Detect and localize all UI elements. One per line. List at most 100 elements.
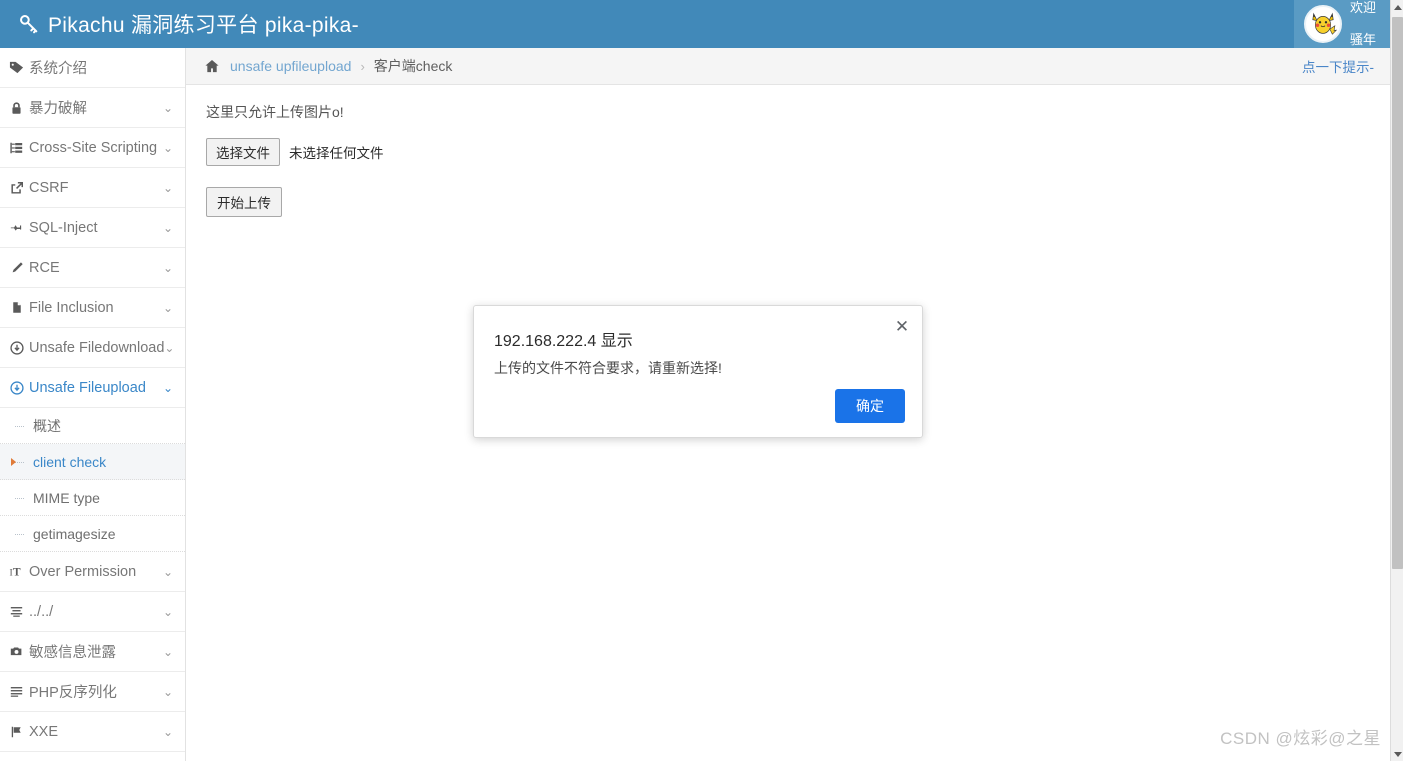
chevron-up-icon bbox=[1393, 4, 1402, 10]
sidebar-item-xss[interactable]: Cross-Site Scripting ⌄ bbox=[0, 128, 185, 168]
browser-page: Pikachu 漏洞练习平台 pika-pika- 欢迎 骚年 系统介绍 暴力破… bbox=[0, 0, 1403, 761]
app-title: Pikachu 漏洞练习平台 pika-pika- bbox=[48, 14, 359, 37]
text-height-icon: IT bbox=[8, 564, 25, 580]
sidebar-item-label: ../../ bbox=[29, 603, 54, 620]
brand: Pikachu 漏洞练习平台 pika-pika- bbox=[0, 9, 359, 39]
sidebar-item-brute-force[interactable]: 暴力破解 ⌄ bbox=[0, 88, 185, 128]
file-input-row: 选择文件 未选择任何文件 bbox=[206, 138, 1370, 166]
dialog-ok-button[interactable]: 确定 bbox=[835, 389, 905, 423]
sidebar-item-xxe[interactable]: XXE ⌄ bbox=[0, 712, 185, 752]
sidebar-item-over-permission[interactable]: IT Over Permission ⌄ bbox=[0, 552, 185, 592]
sidebar-subitem-getimagesize[interactable]: getimagesize bbox=[0, 516, 185, 552]
sidebar-item-label: SQL-Inject bbox=[29, 219, 98, 236]
chevron-down-icon: ⌄ bbox=[162, 380, 173, 395]
list-icon bbox=[8, 604, 25, 620]
sidebar-submenu-unsafe-fileupload: 概述 client check MIME type getimagesize bbox=[0, 408, 185, 552]
align-icon bbox=[8, 684, 25, 700]
sidebar-item-label: Cross-Site Scripting bbox=[29, 139, 158, 156]
sidebar-item-label: RCE bbox=[29, 259, 60, 276]
pikachu-avatar-icon bbox=[1306, 7, 1340, 41]
start-upload-button[interactable]: 开始上传 bbox=[206, 187, 282, 217]
chevron-down-icon: ⌄ bbox=[162, 684, 173, 699]
avatar bbox=[1303, 5, 1342, 43]
chevron-down-icon: ⌄ bbox=[162, 220, 173, 235]
sidebar-item-label: Over Permission bbox=[29, 563, 137, 580]
sidebar-item-label: CSRF bbox=[29, 179, 69, 196]
scroll-up-button[interactable] bbox=[1391, 0, 1403, 14]
breadcrumb: unsafe upfileupload › 客户端check 点一下提示- bbox=[186, 48, 1390, 85]
app-header: Pikachu 漏洞练习平台 pika-pika- 欢迎 骚年 bbox=[0, 0, 1390, 48]
sidebar-item-file-inclusion[interactable]: File Inclusion ⌄ bbox=[0, 288, 185, 328]
close-icon[interactable]: ✕ bbox=[891, 315, 913, 337]
plane-icon bbox=[8, 220, 25, 236]
scroll-down-button[interactable] bbox=[1391, 747, 1403, 761]
dialog-title: 192.168.222.4 显示 bbox=[494, 333, 633, 350]
upload-notice: 这里只允许上传图片o! bbox=[206, 104, 344, 120]
sidebar-item-sensitive-info[interactable]: 敏感信息泄露 ⌄ bbox=[0, 632, 185, 672]
key-icon bbox=[18, 13, 40, 35]
page-scrollbar[interactable] bbox=[1390, 0, 1403, 761]
hint-link[interactable]: 点一下提示- bbox=[1302, 56, 1374, 76]
scrollbar-thumb[interactable] bbox=[1392, 17, 1403, 569]
dialog-message: 上传的文件不符合要求，请重新选择! bbox=[494, 360, 722, 376]
sidebar-item-unsafe-fileupload[interactable]: Unsafe Fileupload ⌄ bbox=[0, 368, 185, 408]
chevron-down-icon: ⌄ bbox=[162, 180, 173, 195]
sidebar-item-system-intro[interactable]: 系统介绍 bbox=[0, 48, 185, 88]
sidebar-item-label: 敏感信息泄露 bbox=[29, 645, 116, 661]
sidebar-item-path-traversal[interactable]: ../../ ⌄ bbox=[0, 592, 185, 632]
tag-icon bbox=[8, 60, 25, 76]
sidebar-subitem-overview[interactable]: 概述 bbox=[0, 408, 185, 444]
welcome-line-2: 骚年 bbox=[1349, 32, 1376, 47]
sidebar-subitem-label: getimagesize bbox=[33, 525, 116, 542]
sidebar[interactable]: 系统介绍 暴力破解 ⌄ Cross-Site Scripting ⌄ CSRF … bbox=[0, 48, 186, 761]
pencil-icon bbox=[8, 260, 25, 276]
flag-icon bbox=[8, 724, 25, 740]
chevron-down-icon: ⌄ bbox=[162, 724, 173, 739]
sidebar-subitem-label: client check bbox=[33, 453, 107, 470]
sidebar-item-rce[interactable]: RCE ⌄ bbox=[0, 248, 185, 288]
chevron-down-icon: ⌄ bbox=[162, 100, 173, 115]
sidebar-subitem-label: MIME type bbox=[33, 489, 100, 506]
sidebar-item-label: Unsafe Fileupload bbox=[29, 379, 146, 396]
breadcrumb-current: 客户端check bbox=[373, 58, 453, 74]
alert-dialog: ✕ 192.168.222.4 显示 上传的文件不符合要求，请重新选择! 确定 bbox=[473, 305, 923, 438]
chevron-down-icon: ⌄ bbox=[164, 340, 175, 355]
upload-circle-icon bbox=[8, 380, 25, 396]
sidebar-item-sql-inject[interactable]: SQL-Inject ⌄ bbox=[0, 208, 185, 248]
welcome-line-1: 欢迎 bbox=[1349, 0, 1376, 15]
lock-icon bbox=[8, 100, 25, 116]
camera-icon bbox=[8, 644, 25, 660]
bullet-icon bbox=[11, 457, 16, 466]
chevron-down-icon: ⌄ bbox=[162, 300, 173, 315]
upload-form: 这里只允许上传图片o! 选择文件 未选择任何文件 开始上传 bbox=[186, 85, 1390, 217]
sidebar-item-label: XXE bbox=[29, 723, 59, 740]
chevron-down-icon: ⌄ bbox=[162, 140, 173, 155]
sitemap-icon bbox=[8, 140, 25, 156]
sidebar-subitem-mime-type[interactable]: MIME type bbox=[0, 480, 185, 516]
svg-text:T: T bbox=[13, 566, 21, 578]
sidebar-item-label: Unsafe Filedownload bbox=[29, 339, 165, 356]
chevron-down-icon: ⌄ bbox=[162, 604, 173, 619]
choose-file-button[interactable]: 选择文件 bbox=[206, 138, 280, 166]
chevron-down-icon: ⌄ bbox=[162, 260, 173, 275]
sidebar-item-label: File Inclusion bbox=[29, 299, 114, 316]
sidebar-subitem-label: 概述 bbox=[33, 417, 61, 434]
breadcrumb-separator: › bbox=[360, 58, 365, 74]
chevron-down-icon bbox=[1393, 751, 1402, 757]
file-icon bbox=[8, 300, 25, 316]
breadcrumb-link[interactable]: unsafe upfileupload bbox=[230, 58, 351, 74]
external-link-icon bbox=[8, 180, 25, 196]
user-box[interactable]: 欢迎 骚年 bbox=[1293, 0, 1390, 48]
sidebar-item-label: 系统介绍 bbox=[29, 61, 87, 77]
sidebar-item-csrf[interactable]: CSRF ⌄ bbox=[0, 168, 185, 208]
sidebar-item-php-deserialize[interactable]: PHP反序列化 ⌄ bbox=[0, 672, 185, 712]
sidebar-item-label: PHP反序列化 bbox=[29, 685, 117, 701]
sidebar-subitem-client-check[interactable]: client check bbox=[0, 444, 185, 480]
home-icon[interactable] bbox=[204, 59, 221, 74]
chevron-down-icon: ⌄ bbox=[162, 644, 173, 659]
file-status-label: 未选择任何文件 bbox=[289, 146, 384, 161]
sidebar-item-unsafe-filedownload[interactable]: Unsafe Filedownload ⌄ bbox=[0, 328, 185, 368]
sidebar-item-label: 暴力破解 bbox=[29, 101, 87, 117]
chevron-down-icon: ⌄ bbox=[162, 564, 173, 579]
download-circle-icon bbox=[8, 340, 25, 356]
